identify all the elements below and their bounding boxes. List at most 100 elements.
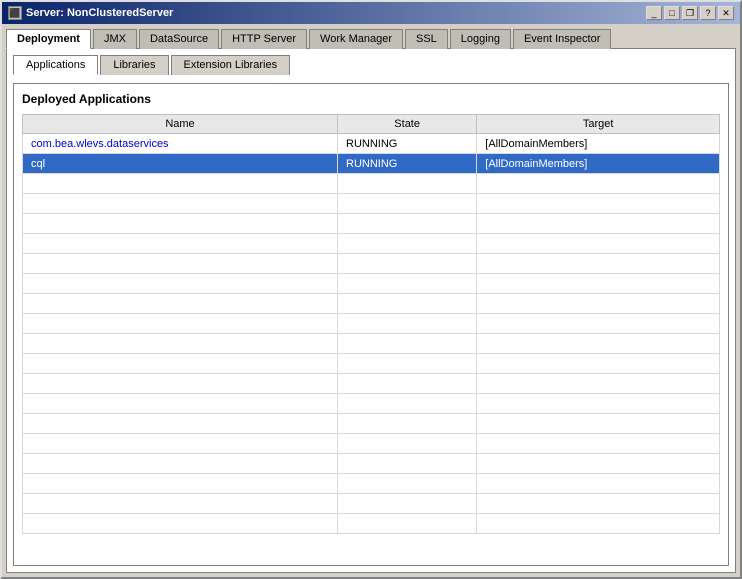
window-title: Server: NonClusteredServer bbox=[26, 7, 173, 19]
tab-work-manager[interactable]: Work Manager bbox=[309, 29, 403, 49]
cell-empty bbox=[338, 434, 477, 454]
table-row-empty bbox=[23, 214, 720, 234]
sub-tab-extension-libraries[interactable]: Extension Libraries bbox=[171, 55, 291, 75]
cell-empty bbox=[477, 494, 720, 514]
cell-empty bbox=[23, 514, 338, 534]
sub-tab-applications[interactable]: Applications bbox=[13, 55, 98, 75]
cell-empty bbox=[23, 434, 338, 454]
title-bar-left: ⬛ Server: NonClusteredServer bbox=[8, 6, 173, 20]
title-bar: ⬛ Server: NonClusteredServer _ □ ❐ ? ✕ bbox=[2, 2, 740, 24]
cell-empty bbox=[477, 234, 720, 254]
table-row-empty bbox=[23, 254, 720, 274]
cell-empty bbox=[338, 194, 477, 214]
table-row[interactable]: cql RUNNING[AllDomainMembers] bbox=[23, 154, 720, 174]
main-window: ⬛ Server: NonClusteredServer _ □ ❐ ? ✕ D… bbox=[0, 0, 742, 579]
cell-empty bbox=[23, 214, 338, 234]
table-header: Name State Target bbox=[23, 115, 720, 134]
cell-empty bbox=[338, 494, 477, 514]
tab-jmx[interactable]: JMX bbox=[93, 29, 137, 49]
cell-empty bbox=[477, 294, 720, 314]
cell-empty bbox=[23, 254, 338, 274]
close-button[interactable]: ✕ bbox=[718, 6, 734, 20]
table-row-empty bbox=[23, 274, 720, 294]
sub-tab-content: Deployed Applications Name State Target … bbox=[13, 83, 729, 566]
cell-target: [AllDomainMembers] bbox=[477, 154, 720, 174]
cell-empty bbox=[338, 274, 477, 294]
cell-empty bbox=[23, 334, 338, 354]
cell-empty bbox=[338, 414, 477, 434]
cell-name: com.bea.wlevs.dataservices bbox=[23, 134, 338, 154]
minimize-button[interactable]: _ bbox=[646, 6, 662, 20]
table-row-empty bbox=[23, 174, 720, 194]
cell-empty bbox=[477, 274, 720, 294]
cell-empty bbox=[477, 194, 720, 214]
sub-tab-libraries[interactable]: Libraries bbox=[100, 55, 168, 75]
table-row-empty bbox=[23, 314, 720, 334]
tab-datasource[interactable]: DataSource bbox=[139, 29, 219, 49]
table-row-empty bbox=[23, 354, 720, 374]
cell-empty bbox=[23, 314, 338, 334]
cell-empty bbox=[23, 174, 338, 194]
table-row-empty bbox=[23, 514, 720, 534]
cell-empty bbox=[338, 254, 477, 274]
cell-empty bbox=[338, 234, 477, 254]
app-link[interactable]: cql bbox=[31, 158, 45, 170]
tab-deployment[interactable]: Deployment bbox=[6, 29, 91, 49]
cell-empty bbox=[338, 474, 477, 494]
cell-empty bbox=[23, 294, 338, 314]
cell-empty bbox=[477, 434, 720, 454]
cell-empty bbox=[23, 474, 338, 494]
table-row[interactable]: com.bea.wlevs.dataservices RUNNING[AllDom… bbox=[23, 134, 720, 154]
tab-event-inspector[interactable]: Event Inspector bbox=[513, 29, 611, 49]
cell-state: RUNNING bbox=[338, 154, 477, 174]
cell-empty bbox=[477, 454, 720, 474]
cell-target: [AllDomainMembers] bbox=[477, 134, 720, 154]
cell-empty bbox=[338, 174, 477, 194]
cell-empty bbox=[477, 514, 720, 534]
table-row-empty bbox=[23, 474, 720, 494]
cell-empty bbox=[477, 474, 720, 494]
app-link[interactable]: com.bea.wlevs.dataservices bbox=[31, 138, 169, 150]
cell-state: RUNNING bbox=[338, 134, 477, 154]
col-header-state: State bbox=[338, 115, 477, 134]
cell-empty bbox=[477, 174, 720, 194]
table-row-empty bbox=[23, 394, 720, 414]
cell-empty bbox=[23, 414, 338, 434]
title-controls: _ □ ❐ ? ✕ bbox=[646, 6, 734, 20]
cell-empty bbox=[477, 414, 720, 434]
cell-empty bbox=[23, 374, 338, 394]
cell-empty bbox=[338, 334, 477, 354]
table-row-empty bbox=[23, 434, 720, 454]
cell-empty bbox=[477, 214, 720, 234]
cell-empty bbox=[477, 334, 720, 354]
table-row-empty bbox=[23, 234, 720, 254]
applications-table: Name State Target com.bea.wlevs.dataserv… bbox=[22, 114, 720, 534]
restore-button[interactable]: ❐ bbox=[682, 6, 698, 20]
cell-empty bbox=[23, 454, 338, 474]
help-button[interactable]: ? bbox=[700, 6, 716, 20]
cell-empty bbox=[477, 254, 720, 274]
cell-empty bbox=[338, 394, 477, 414]
cell-empty bbox=[23, 234, 338, 254]
cell-empty bbox=[477, 374, 720, 394]
tab-logging[interactable]: Logging bbox=[450, 29, 511, 49]
cell-empty bbox=[338, 454, 477, 474]
tab-ssl[interactable]: SSL bbox=[405, 29, 448, 49]
main-tab-bar: Deployment JMX DataSource HTTP Server Wo… bbox=[2, 24, 740, 48]
cell-empty bbox=[338, 354, 477, 374]
table-row-empty bbox=[23, 454, 720, 474]
maximize-button[interactable]: □ bbox=[664, 6, 680, 20]
cell-empty bbox=[338, 314, 477, 334]
cell-empty bbox=[23, 394, 338, 414]
tab-http-server[interactable]: HTTP Server bbox=[221, 29, 307, 49]
cell-empty bbox=[23, 194, 338, 214]
table-row-empty bbox=[23, 334, 720, 354]
table-row-empty bbox=[23, 194, 720, 214]
cell-empty bbox=[477, 314, 720, 334]
cell-empty bbox=[338, 214, 477, 234]
cell-empty bbox=[23, 494, 338, 514]
cell-empty bbox=[338, 294, 477, 314]
table-row-empty bbox=[23, 414, 720, 434]
cell-empty bbox=[477, 354, 720, 374]
col-header-name: Name bbox=[23, 115, 338, 134]
